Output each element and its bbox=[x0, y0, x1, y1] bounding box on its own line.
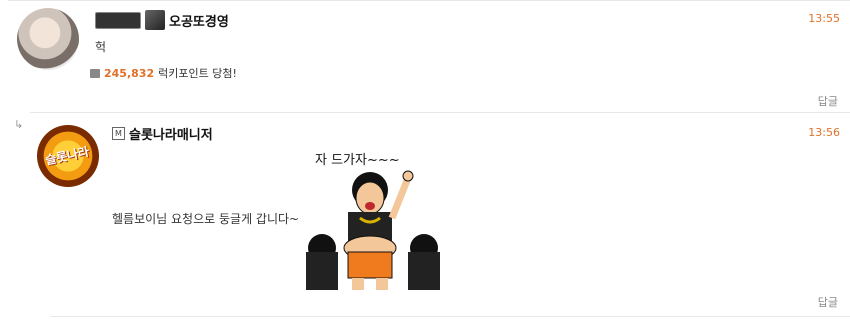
comment-time: 13:55 bbox=[808, 12, 840, 25]
avatar[interactable] bbox=[17, 8, 79, 70]
reply-button[interactable]: 답글 bbox=[818, 93, 838, 109]
top-divider bbox=[8, 0, 850, 1]
comment-text: 헬름보이님 요청으로 둥글게 갑니다~ bbox=[112, 212, 300, 226]
lucky-point-line: 245,832 럭키포인트 당첨! bbox=[90, 65, 237, 81]
lucky-points: 245,832 bbox=[104, 66, 155, 80]
sticker-image: 자 드가자~~~ bbox=[306, 153, 440, 290]
avatar-logo-text: 슬롯나라 bbox=[44, 144, 91, 168]
sticker-caption: 자 드가자~~~ bbox=[315, 153, 400, 168]
reply-button[interactable]: 답글 bbox=[818, 294, 838, 310]
profile-badge-icon bbox=[145, 10, 165, 30]
nickname[interactable]: 오공또경영 bbox=[169, 11, 229, 30]
manager-icon: M bbox=[112, 127, 125, 140]
reply-arrow-icon: ↳ bbox=[14, 118, 24, 131]
comment-author[interactable]: M 슬롯나라매니저 bbox=[112, 124, 213, 143]
gift-icon bbox=[90, 68, 100, 78]
lucky-label: 럭키포인트 당첨! bbox=[158, 67, 237, 80]
avatar[interactable]: 슬롯나라 bbox=[37, 125, 99, 187]
rank-badge bbox=[95, 11, 141, 29]
comment-divider bbox=[30, 112, 850, 113]
nickname[interactable]: 슬롯나라매니저 bbox=[129, 124, 213, 143]
comment-time: 13:56 bbox=[808, 126, 840, 139]
bottom-divider bbox=[50, 316, 850, 317]
comment-text: 헉 bbox=[95, 40, 107, 54]
comment-author[interactable]: 오공또경영 bbox=[95, 10, 229, 30]
